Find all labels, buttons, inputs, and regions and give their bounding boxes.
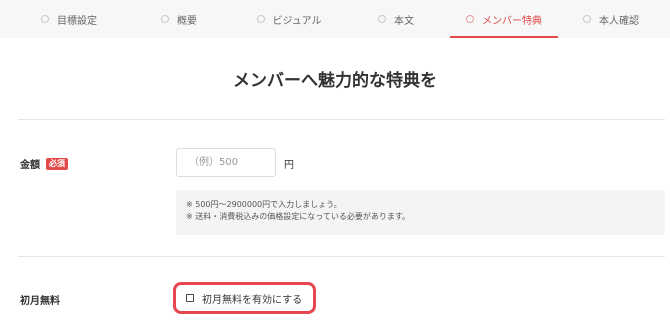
step-status-icon bbox=[41, 15, 49, 23]
step-visual[interactable]: ビジュアル bbox=[234, 0, 344, 38]
first-month-free-option[interactable]: 初月無料を有効にする bbox=[173, 282, 316, 314]
first-month-free-checkbox-label: 初月無料を有効にする bbox=[202, 294, 303, 306]
step-label: 本人確認 bbox=[599, 15, 639, 27]
amount-note-tax: ※ 送料・消費税込みの価格設定になっている必要があります。 bbox=[186, 212, 411, 221]
step-body[interactable]: 本文 bbox=[344, 0, 448, 38]
step-goal-setting[interactable]: 目標設定 bbox=[14, 0, 124, 38]
required-badge: 必須 bbox=[46, 157, 68, 170]
step-label: メンバー特典 bbox=[482, 15, 542, 27]
first-month-free-checkbox[interactable] bbox=[186, 294, 194, 302]
amount-field-label: 金額 必須 bbox=[20, 156, 68, 171]
step-label: 概要 bbox=[177, 15, 197, 27]
step-navigation: 目標設定 概要 ビジュアル 本文 メンバー特典 本人確認 bbox=[0, 0, 670, 38]
step-member-benefits[interactable]: メンバー特典 bbox=[450, 0, 558, 38]
step-status-icon bbox=[466, 15, 474, 23]
step-label: 本文 bbox=[394, 15, 414, 27]
section-divider bbox=[18, 256, 665, 257]
amount-input[interactable] bbox=[176, 148, 276, 177]
amount-note-box: ※ 500円〜2900000円で入力しましょう。 ※ 送料・消費税込みの価格設定… bbox=[176, 190, 665, 235]
first-month-free-label: 初月無料 bbox=[20, 292, 60, 307]
page-title: メンバーへ魅力的な特典を bbox=[233, 71, 437, 91]
step-overview[interactable]: 概要 bbox=[124, 0, 234, 38]
step-status-icon bbox=[583, 15, 591, 23]
section-divider bbox=[18, 119, 665, 120]
amount-unit: 円 bbox=[284, 160, 294, 171]
step-status-icon bbox=[378, 15, 386, 23]
step-identity-verification[interactable]: 本人確認 bbox=[558, 0, 664, 38]
amount-label-text: 金額 bbox=[20, 160, 40, 171]
step-status-icon bbox=[256, 15, 265, 23]
first-month-free-label-text: 初月無料 bbox=[20, 296, 60, 307]
step-label: 目標設定 bbox=[57, 15, 97, 27]
amount-note-range: ※ 500円〜2900000円で入力しましょう。 bbox=[186, 200, 342, 209]
step-label: ビジュアル bbox=[272, 15, 322, 27]
step-status-icon bbox=[161, 15, 169, 23]
